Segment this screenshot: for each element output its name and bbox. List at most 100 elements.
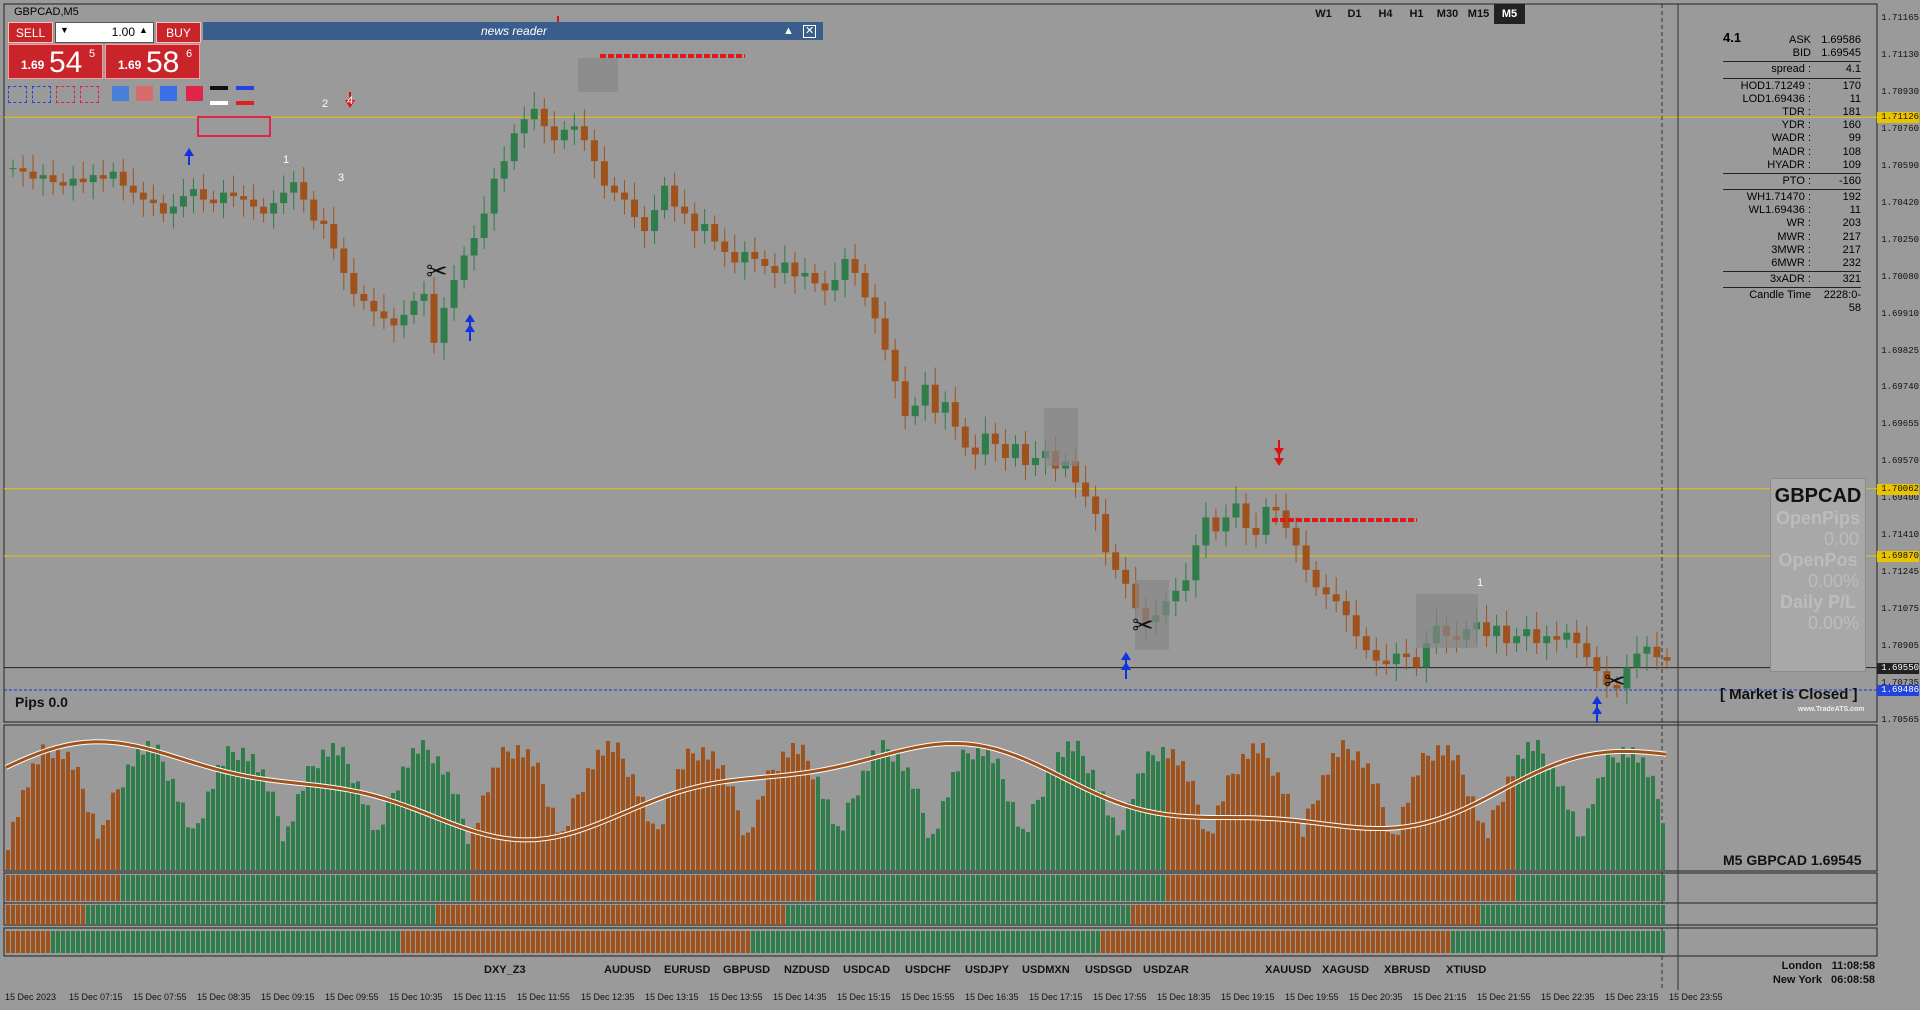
strength-bar — [1176, 905, 1180, 925]
strength-bar — [1386, 931, 1390, 953]
oscillator-bar — [216, 764, 220, 870]
sell-quote[interactable]: 1.69 54 5 — [8, 44, 103, 79]
news-reader-bar[interactable]: news reader ▲ ✕ — [203, 22, 823, 40]
strength-bar — [756, 905, 760, 925]
oscillator-bar — [526, 749, 530, 870]
strength-bar — [366, 905, 370, 925]
strength-bar — [401, 875, 405, 901]
symbol-link[interactable]: USDMXN — [1022, 964, 1070, 976]
line-style-red[interactable] — [236, 101, 254, 105]
tf-w1[interactable]: W1 — [1308, 4, 1339, 24]
symbol-link[interactable]: USDSGD — [1085, 964, 1132, 976]
symbol-link[interactable]: XAGUSD — [1322, 964, 1369, 976]
info-row: spread :4.1 — [1723, 63, 1861, 76]
strength-bar — [1546, 905, 1550, 925]
tf-m5[interactable]: M5 — [1494, 4, 1525, 24]
candle-body — [89, 175, 97, 183]
strength-bar — [991, 875, 995, 901]
symbol-link[interactable]: NZDUSD — [784, 964, 830, 976]
lot-dropdown-icon[interactable]: ▼ — [60, 25, 69, 35]
strength-bar — [1276, 931, 1280, 953]
oscillator-bar — [1506, 776, 1510, 870]
strength-bar — [916, 905, 920, 925]
strength-bar — [271, 931, 275, 953]
candle-body — [841, 258, 849, 280]
symbol-link[interactable]: USDJPY — [965, 964, 1009, 976]
strength-bar — [1041, 875, 1045, 901]
tf-m15[interactable]: M15 — [1463, 4, 1494, 24]
sell-button[interactable]: SELL — [8, 22, 53, 43]
info-row: ASK 1.69586 — [1723, 34, 1861, 47]
buy-quote[interactable]: 1.69 58 6 — [105, 44, 200, 79]
symbol-link[interactable]: USDCHF — [905, 964, 951, 976]
strength-bar — [711, 905, 715, 925]
strength-bar — [816, 931, 820, 953]
strength-bar — [1641, 931, 1645, 953]
candle-body — [961, 426, 969, 448]
strength-bar — [806, 931, 810, 953]
strength-bar — [1066, 905, 1070, 925]
scissors-icon: ✂ — [1132, 611, 1154, 641]
info-value: 2228:0-58 — [1823, 289, 1861, 315]
tf-h4[interactable]: H4 — [1370, 4, 1401, 24]
time-tick: 15 Dec 09:55 — [325, 992, 379, 1002]
strength-bar — [911, 931, 915, 953]
strength-bar — [1066, 931, 1070, 953]
lot-increase-icon[interactable]: ▲ — [139, 25, 148, 35]
symbol-link[interactable]: USDCAD — [843, 964, 890, 976]
symbol-link[interactable]: XAUUSD — [1265, 964, 1311, 976]
line-style-blue[interactable] — [236, 86, 254, 90]
selection-box — [197, 116, 271, 137]
strength-bar — [171, 875, 175, 901]
line-style-black[interactable] — [210, 86, 228, 90]
oscillator-bar — [1346, 749, 1350, 870]
strength-bar — [201, 875, 205, 901]
strength-bar — [701, 931, 705, 953]
symbol-link[interactable]: DXY_Z3 — [484, 964, 526, 976]
oscillator-bar — [16, 816, 20, 870]
tf-m30[interactable]: M30 — [1432, 4, 1463, 24]
strength-bar — [1266, 905, 1270, 925]
strength-bar — [1541, 931, 1545, 953]
strength-bar — [831, 875, 835, 901]
symbol-link[interactable]: USDZAR — [1143, 964, 1189, 976]
symbol-link[interactable]: XTIUSD — [1446, 964, 1486, 976]
color-swatch-4[interactable] — [80, 86, 99, 103]
candle-body — [1643, 646, 1651, 654]
color-swatch-6[interactable] — [136, 86, 153, 101]
strength-bar — [331, 875, 335, 901]
close-icon[interactable]: ✕ — [803, 25, 817, 38]
color-swatch-3[interactable] — [56, 86, 75, 103]
color-swatch-5[interactable] — [112, 86, 129, 101]
symbol-link[interactable]: AUDUSD — [604, 964, 651, 976]
strength-bar — [961, 875, 965, 901]
strength-bar — [446, 931, 450, 953]
color-swatch-2[interactable] — [32, 86, 51, 103]
strength-bar — [1006, 905, 1010, 925]
oscillator-bar — [946, 797, 950, 870]
strength-bar — [596, 931, 600, 953]
oscillator-bar — [1486, 838, 1490, 870]
strength-bar — [1381, 905, 1385, 925]
color-swatch-8[interactable] — [186, 86, 203, 101]
oscillator-bar — [406, 767, 410, 870]
strength-bar — [1331, 875, 1335, 901]
strength-bar — [1271, 931, 1275, 953]
price-chart[interactable]: ✂✂✂2 4131 — [0, 0, 1920, 1010]
tf-h1[interactable]: H1 — [1401, 4, 1432, 24]
oscillator-bar — [231, 751, 235, 870]
symbol-link[interactable]: EURUSD — [664, 964, 710, 976]
strength-bar — [506, 931, 510, 953]
symbol-link[interactable]: GBPUSD — [723, 964, 770, 976]
line-style-white[interactable] — [210, 101, 228, 105]
tf-d1[interactable]: D1 — [1339, 4, 1370, 24]
buy-button[interactable]: BUY — [156, 22, 201, 43]
color-swatch-1[interactable] — [8, 86, 27, 103]
color-swatch-7[interactable] — [160, 86, 177, 101]
symbol-link[interactable]: XBRUSD — [1384, 964, 1430, 976]
collapse-icon[interactable]: ▲ — [783, 22, 794, 40]
oscillator-bar — [1206, 831, 1210, 870]
strength-bar — [991, 931, 995, 953]
strength-bar — [1491, 905, 1495, 925]
strength-bar — [791, 931, 795, 953]
